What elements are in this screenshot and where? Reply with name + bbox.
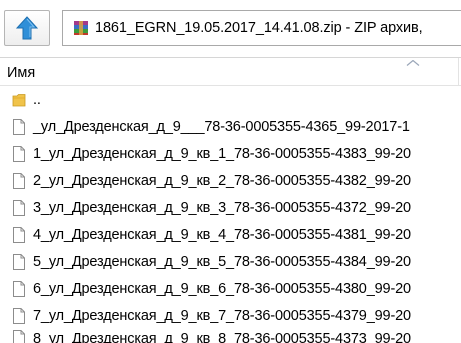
file-name: _ул_Дрезденская_д_9___78-36-0005355-4365… bbox=[33, 118, 410, 135]
up-arrow-icon bbox=[16, 16, 38, 40]
winrar-archive-icon bbox=[74, 21, 88, 35]
list-item-file[interactable]: 8_ул_Дрезденская_д_9_кв_8_78-36-0005355-… bbox=[0, 329, 461, 343]
archive-window: 1861_EGRN_19.05.2017_14.41.08.zip - ZIP … bbox=[0, 0, 461, 343]
file-icon bbox=[13, 118, 25, 135]
file-icon bbox=[13, 226, 25, 243]
file-icon bbox=[13, 307, 25, 324]
column-header-row: Имя bbox=[0, 58, 461, 86]
file-name: 4_ул_Дрезденская_д_9_кв_4_78-36-0005355-… bbox=[33, 226, 411, 243]
list-item-file[interactable]: 4_ул_Дрезденская_д_9_кв_4_78-36-0005355-… bbox=[0, 221, 461, 248]
file-icon bbox=[13, 330, 25, 343]
file-name: 1_ул_Дрезденская_д_9_кв_1_78-36-0005355-… bbox=[33, 145, 411, 162]
path-toolbar: 1861_EGRN_19.05.2017_14.41.08.zip - ZIP … bbox=[0, 0, 461, 58]
file-name: 8_ул_Дрезденская_д_9_кв_8_78-36-0005355-… bbox=[33, 331, 411, 343]
file-icon bbox=[13, 280, 25, 297]
folder-icon bbox=[12, 93, 26, 106]
sort-ascending-icon bbox=[406, 60, 420, 66]
file-name: 5_ул_Дрезденская_д_9_кв_5_78-36-0005355-… bbox=[33, 253, 411, 270]
file-name: .. bbox=[33, 91, 41, 108]
archive-path-field[interactable]: 1861_EGRN_19.05.2017_14.41.08.zip - ZIP … bbox=[62, 10, 461, 46]
file-icon bbox=[13, 253, 25, 270]
column-name-label: Имя bbox=[7, 65, 36, 81]
file-list: .. _ул_Дрезденская_д_9___78-36-0005355-4… bbox=[0, 86, 461, 343]
archive-path-text: 1861_EGRN_19.05.2017_14.41.08.zip - ZIP … bbox=[95, 20, 423, 36]
file-name: 3_ул_Дрезденская_д_9_кв_3_78-36-0005355-… bbox=[33, 199, 411, 216]
list-item-file[interactable]: 1_ул_Дрезденская_д_9_кв_1_78-36-0005355-… bbox=[0, 140, 461, 167]
list-item-file[interactable]: 2_ул_Дрезденская_д_9_кв_2_78-36-0005355-… bbox=[0, 167, 461, 194]
file-name: 2_ул_Дрезденская_д_9_кв_2_78-36-0005355-… bbox=[33, 172, 411, 189]
file-icon bbox=[13, 199, 25, 216]
up-button[interactable] bbox=[4, 10, 50, 46]
list-item-file[interactable]: 6_ул_Дрезденская_д_9_кв_6_78-36-0005355-… bbox=[0, 275, 461, 302]
list-item-file[interactable]: 3_ул_Дрезденская_д_9_кв_3_78-36-0005355-… bbox=[0, 194, 461, 221]
file-name: 7_ул_Дрезденская_д_9_кв_7_78-36-0005355-… bbox=[33, 307, 411, 324]
file-icon bbox=[13, 145, 25, 162]
file-name: 6_ул_Дрезденская_д_9_кв_6_78-36-0005355-… bbox=[33, 280, 411, 297]
list-item-file[interactable]: _ул_Дрезденская_д_9___78-36-0005355-4365… bbox=[0, 113, 461, 140]
column-header-name[interactable]: Имя bbox=[0, 58, 459, 85]
list-item-file[interactable]: 5_ул_Дрезденская_д_9_кв_5_78-36-0005355-… bbox=[0, 248, 461, 275]
file-icon bbox=[13, 172, 25, 189]
list-item-parent-folder[interactable]: .. bbox=[0, 86, 461, 113]
list-item-file[interactable]: 7_ул_Дрезденская_д_9_кв_7_78-36-0005355-… bbox=[0, 302, 461, 329]
